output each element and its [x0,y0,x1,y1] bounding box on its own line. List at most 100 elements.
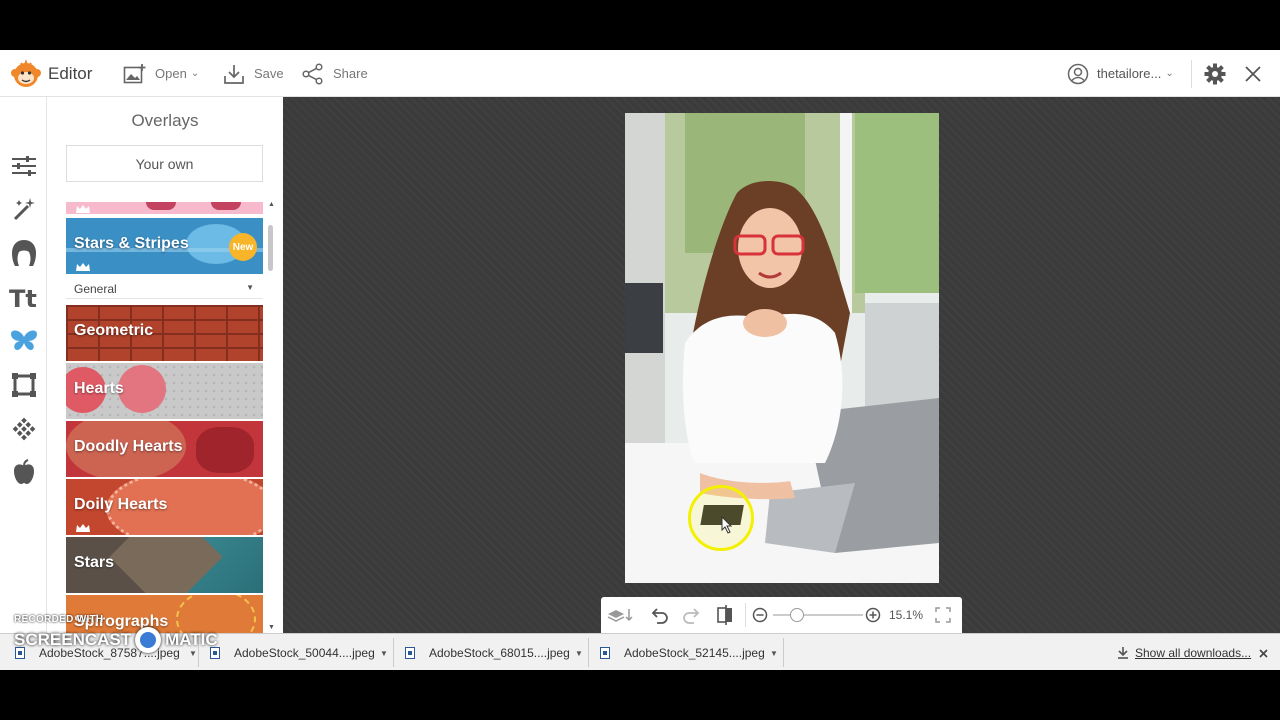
overlay-label: Geometric [74,322,154,339]
your-own-button[interactable]: Your own [66,145,263,182]
tool-themes[interactable] [8,456,39,487]
tool-effects[interactable] [8,194,39,225]
overlay-tile-hearts[interactable]: Hearts [66,363,263,419]
tools-sidebar: Tt [0,97,47,633]
edited-photo[interactable] [625,113,939,583]
download-menu-caret[interactable]: ▼ [380,649,388,658]
screencast-watermark: RECORDED WITH SCREENCAST MATIC [14,614,218,658]
photo-image [625,113,939,583]
overlay-tile-stars[interactable]: Stars [66,537,263,593]
chevron-down-icon: ⌄ [190,68,200,79]
app-title: Editor [48,63,93,83]
tool-text[interactable]: Tt [8,281,39,312]
tool-overlays[interactable] [8,325,39,356]
tool-touch-up[interactable] [8,237,39,268]
overlay-label: Stars [74,554,115,571]
download-item[interactable]: AdobeStock_50044....jpeg [210,634,375,671]
overlay-label: Doodly Hearts [74,438,183,455]
scroll-up-icon[interactable]: ▲ [268,201,275,208]
jpeg-file-icon [600,646,610,659]
category-select[interactable]: General ▼ [66,279,263,299]
video-frame: Editor Open ⌄ Save Share thetailore... ⌄… [0,0,1280,720]
show-all-downloads-link[interactable]: Show all downloads... [1117,634,1251,671]
username: thetailore... [1097,66,1162,81]
share-label: Share [333,66,368,81]
overlays-panel: Overlays Your own Stars & Stripes New Ge… [47,97,283,633]
watermark-brand: SCREENCAST [14,630,132,649]
download-filename: AdobeStock_68015....jpeg [429,645,570,660]
download-icon [1118,646,1128,659]
open-label: Open [155,66,187,81]
download-item[interactable]: AdobeStock_52145....jpeg [600,634,765,671]
layers-icon[interactable] [607,606,635,624]
crown-icon [76,205,90,213]
overlay-tile-geometric[interactable]: Geometric [66,305,263,361]
magic-wand-icon [13,197,35,220]
tile-decoration [196,427,254,473]
user-icon [1067,63,1089,84]
overlay-tile-partial[interactable] [66,202,263,214]
download-menu-caret[interactable]: ▼ [575,649,583,658]
panel-title: Overlays [131,111,199,130]
watermark-brand-suffix: MATIC [165,630,218,649]
gear-icon [1204,63,1226,84]
download-filename: AdobeStock_52145....jpeg [624,645,765,660]
add-photo-icon [123,63,146,83]
zoom-in-icon[interactable] [865,607,881,623]
close-icon [1245,65,1261,82]
tool-basic-edits[interactable] [8,150,39,181]
show-all-downloads-label: Show all downloads... [1135,645,1252,660]
apple-icon [13,458,34,484]
monkey-logo-icon [11,58,41,87]
tool-frames[interactable] [8,369,39,400]
overlay-tile-doily-hearts[interactable]: Doily Hearts [66,479,263,535]
overlay-tile-stars-stripes[interactable]: Stars & Stripes New [66,218,263,274]
zoom-out-icon[interactable] [752,607,768,623]
scrollbar-thumb[interactable] [268,225,273,271]
caret-down-icon: ▼ [246,283,254,292]
scroll-down-icon[interactable]: ▼ [268,624,275,631]
frame-icon [11,372,36,397]
download-separator [783,638,784,667]
download-menu-caret[interactable]: ▼ [770,649,778,658]
text-icon: Tt [9,285,37,310]
panel-scrollbar[interactable]: ▲ ▼ [267,201,275,631]
download-item[interactable]: AdobeStock_68015....jpeg [405,634,570,671]
settings-button[interactable] [1204,50,1226,97]
open-button[interactable]: Open ⌄ [123,50,199,97]
tile-decoration [118,365,166,413]
undo-icon[interactable] [649,605,669,625]
svg-text:Tt: Tt [9,285,37,310]
toolbar-divider [1191,60,1192,88]
zoom-value: 15.1% [889,608,924,622]
download-separator [588,638,589,667]
share-button[interactable]: Share [302,50,368,97]
category-label: General [74,281,117,296]
texture-icon [12,417,35,440]
overlay-tile-doodly-hearts[interactable]: Doodly Hearts [66,421,263,477]
crown-icon [76,524,90,532]
close-button[interactable] [1244,50,1262,97]
tool-textures[interactable] [8,413,39,444]
close-icon[interactable] [1259,649,1268,658]
mouse-pointer-icon [721,516,733,534]
crown-icon [76,263,90,271]
butterfly-icon [10,330,37,350]
redo-icon[interactable] [682,605,702,625]
compare-icon[interactable] [716,605,734,625]
jpeg-file-icon [405,646,415,659]
sliders-icon [11,155,36,176]
save-button[interactable]: Save [223,50,284,97]
overlay-label: Hearts [74,380,124,397]
zoom-slider-thumb[interactable] [790,608,805,622]
app-logo[interactable]: Editor [10,50,92,97]
user-menu[interactable]: thetailore... ⌄ [1067,50,1174,97]
save-icon [224,64,244,84]
download-filename: AdobeStock_50044....jpeg [234,645,375,660]
save-label: Save [254,66,284,81]
new-badge: New [229,233,257,261]
fullscreen-icon[interactable] [935,607,951,623]
zoom-divider [745,603,746,627]
top-bar: Editor Open ⌄ Save Share thetailore... ⌄ [0,50,1280,97]
zoom-slider[interactable] [773,608,863,622]
